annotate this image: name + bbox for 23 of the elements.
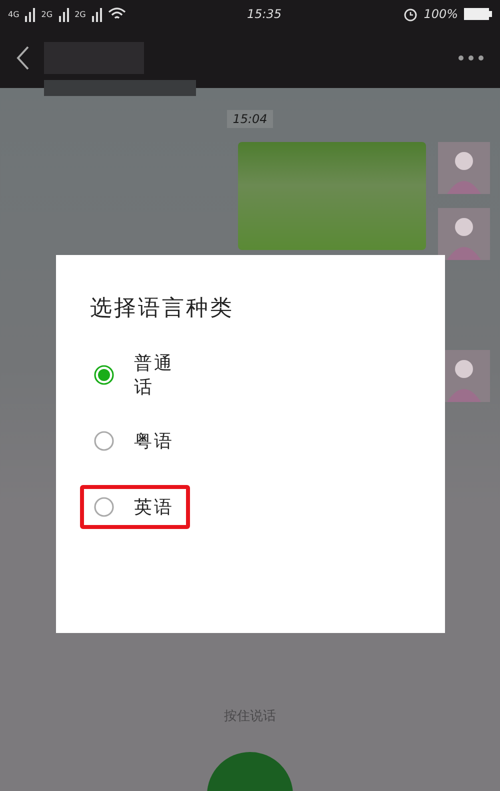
battery-percent: 100% (424, 7, 458, 21)
language-option[interactable]: 粤语 (80, 419, 190, 463)
signal-icon (58, 6, 69, 22)
network-label: 2G (74, 10, 86, 18)
language-option[interactable]: 英语 (80, 485, 190, 529)
more-icon[interactable] (458, 55, 484, 61)
radio-button[interactable] (94, 497, 114, 517)
status-time: 15:35 (246, 7, 283, 21)
battery-icon (464, 7, 492, 21)
network-label: 4G (8, 10, 20, 18)
wifi-icon (108, 7, 126, 21)
avatar-icon (438, 208, 490, 260)
language-option[interactable]: 普通话 (80, 353, 190, 397)
message-timestamp: 15:04 (226, 110, 274, 128)
signal-icon (92, 6, 102, 22)
back-icon[interactable] (16, 45, 30, 71)
signal-icon (25, 6, 36, 22)
radio-button[interactable] (94, 431, 114, 451)
radio-button[interactable] (94, 365, 114, 385)
network-label: 2G (41, 10, 53, 18)
avatar-icon (438, 142, 490, 194)
alarm-icon (402, 6, 418, 22)
dialog-title: 选择语言种类 (90, 295, 235, 323)
